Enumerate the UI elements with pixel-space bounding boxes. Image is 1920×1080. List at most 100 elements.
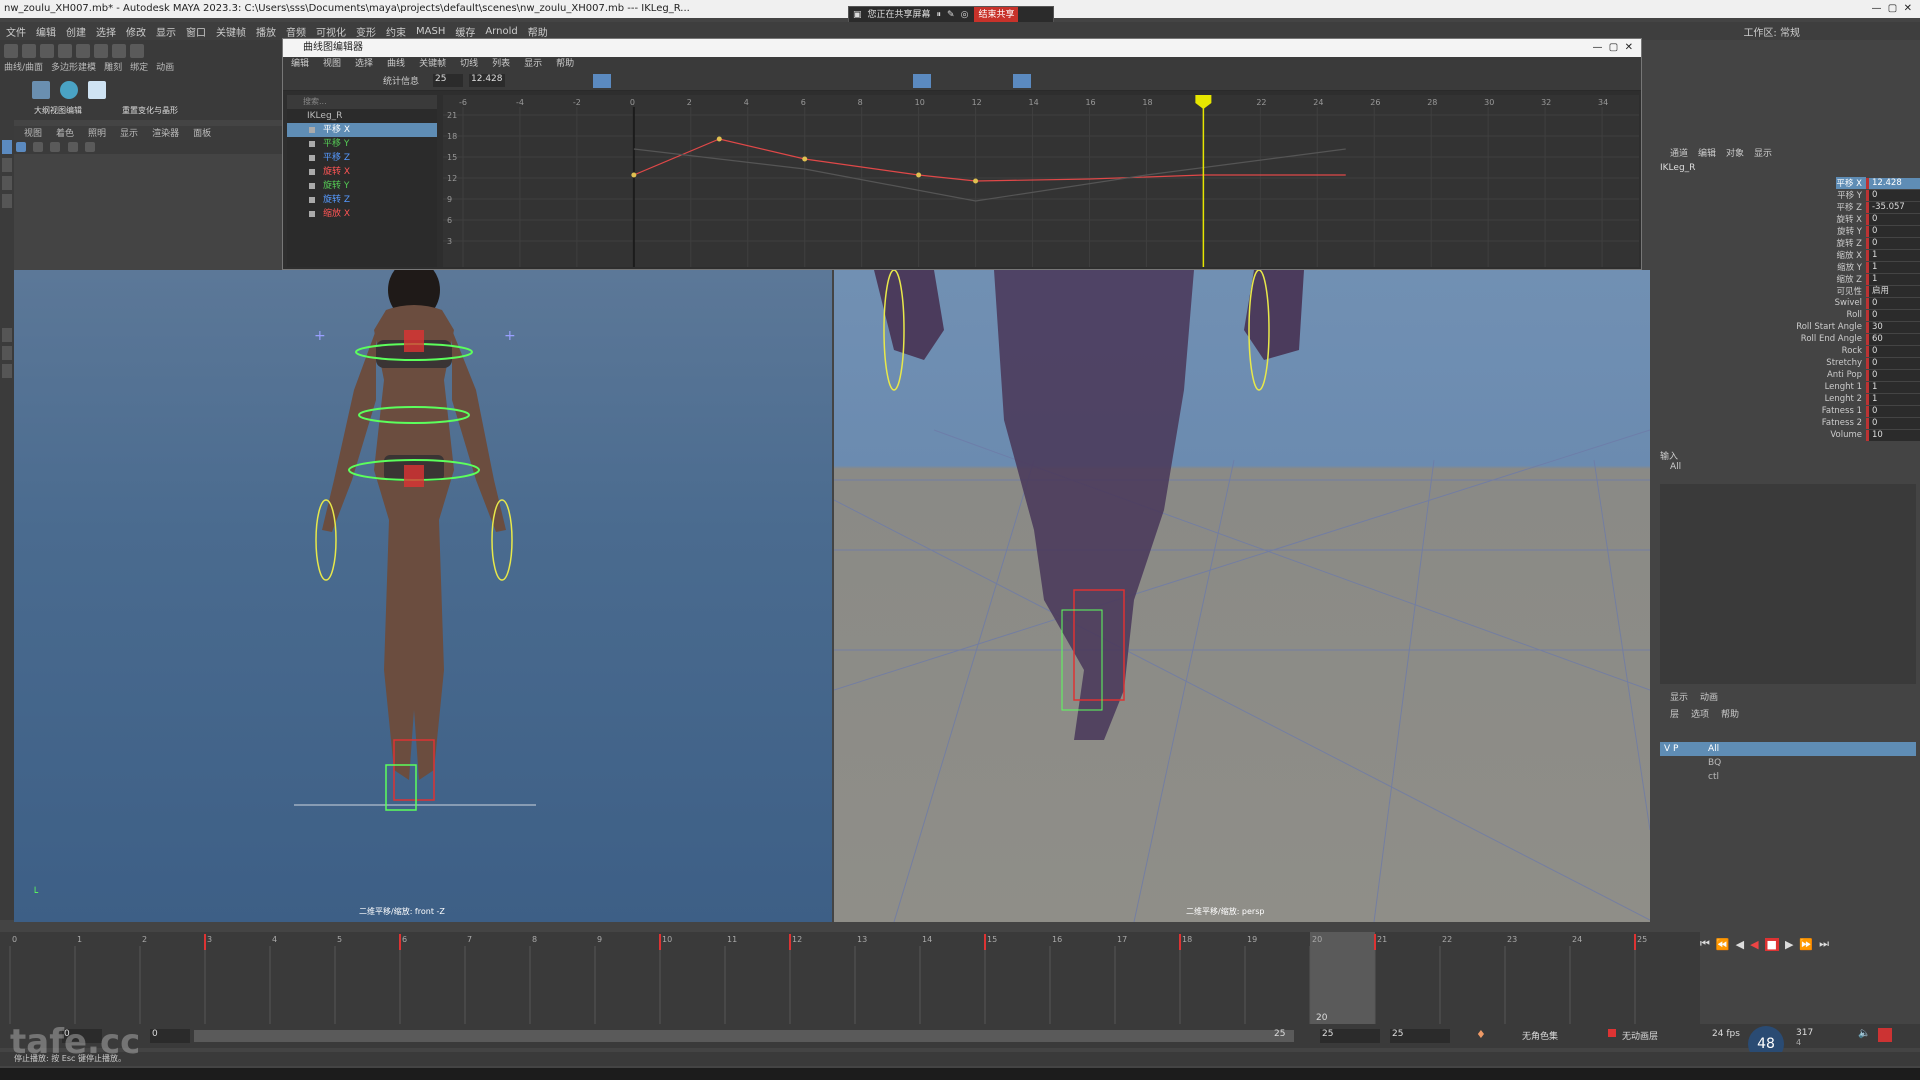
graph-editor-menu-item-0[interactable]: 编辑 xyxy=(291,57,309,71)
channel-attribute-row[interactable]: 缩放 Y 1 xyxy=(1656,261,1920,273)
menu-item-10[interactable]: 可视化 xyxy=(316,24,346,39)
graph-editor-menu-item-2[interactable]: 选择 xyxy=(355,57,373,71)
channel-eye-icon[interactable] xyxy=(309,169,315,175)
hide-icon[interactable]: ◎ xyxy=(961,7,969,23)
channel-attribute-value[interactable]: 1 xyxy=(1866,381,1920,393)
channel-attribute-value[interactable]: 0 xyxy=(1866,357,1920,369)
layout-side-icon[interactable] xyxy=(2,364,12,378)
rotate-tool-icon[interactable] xyxy=(2,176,12,190)
grid-icon[interactable] xyxy=(33,142,44,152)
shaded-icon[interactable] xyxy=(67,142,78,152)
channel-attribute-value[interactable]: 10 xyxy=(1866,429,1920,441)
menu-item-11[interactable]: 变形 xyxy=(356,24,376,39)
menu-item-8[interactable]: 播放 xyxy=(256,24,276,39)
inputs-value[interactable]: All xyxy=(1656,462,1920,472)
lasso-icon[interactable] xyxy=(112,44,126,58)
go-to-end-icon[interactable]: ⏭ xyxy=(1819,937,1829,951)
outliner-channel[interactable]: 旋转 Z xyxy=(287,193,437,207)
end-frame-field-a[interactable]: 25 xyxy=(1320,1029,1380,1043)
channel-attribute-row[interactable]: 平移 Z -35.057 xyxy=(1656,201,1920,213)
menu-item-14[interactable]: 缓存 xyxy=(455,24,475,39)
channel-attribute-row[interactable]: Rock 0 xyxy=(1656,345,1920,357)
channel-attribute-row[interactable]: Anti Pop 0 xyxy=(1656,369,1920,381)
channel-attribute-value[interactable]: 0 xyxy=(1866,417,1920,429)
channel-attribute-row[interactable]: Roll 0 xyxy=(1656,309,1920,321)
channel-eye-icon[interactable] xyxy=(309,141,315,147)
cube-icon[interactable] xyxy=(88,81,106,99)
window-controls[interactable]: — ▢ ✕ xyxy=(1871,0,1912,18)
range-slider[interactable] xyxy=(194,1030,1294,1042)
viewport-menu-item-4[interactable]: 渲染器 xyxy=(152,126,179,140)
play-forward-icon[interactable]: ▶ xyxy=(1785,938,1793,951)
layer-editor-menu-item-1[interactable]: 选项 xyxy=(1691,707,1709,720)
camera-icon[interactable] xyxy=(16,142,26,152)
curve-graph[interactable]: -6-4-20246810121416182022242628303234211… xyxy=(443,95,1639,267)
outliner-channel[interactable]: 平移 Y xyxy=(287,137,437,151)
save-scene-icon[interactable] xyxy=(40,44,54,58)
anim-layer-dropdown[interactable]: 无动画层 xyxy=(1622,1029,1658,1042)
graph-editor-menu-item-4[interactable]: 关键帧 xyxy=(419,57,446,71)
wireframe-icon[interactable] xyxy=(50,142,61,152)
menu-item-15[interactable]: Arnold xyxy=(485,26,517,37)
channel-attribute-value[interactable]: -35.057 xyxy=(1866,201,1920,213)
menu-item-3[interactable]: 选择 xyxy=(96,24,116,39)
channel-attribute-row[interactable]: Lenght 1 1 xyxy=(1656,381,1920,393)
channel-attribute-value[interactable]: 1 xyxy=(1866,273,1920,285)
persp-viewport[interactable]: 二维平移/缩放: persp xyxy=(834,270,1650,922)
stats-frame-field[interactable]: 25 xyxy=(433,74,463,87)
viewport-menu-item-3[interactable]: 显示 xyxy=(120,126,138,140)
channel-attribute-value[interactable]: 0 xyxy=(1866,345,1920,357)
outliner-channel[interactable]: 旋转 X xyxy=(287,165,437,179)
menu-item-16[interactable]: 帮助 xyxy=(528,24,548,39)
stop-icon[interactable]: ■ xyxy=(1764,937,1779,951)
outliner-search[interactable]: 搜索... xyxy=(287,95,437,109)
channel-eye-icon[interactable] xyxy=(309,155,315,161)
layout-four-icon[interactable] xyxy=(2,346,12,360)
menu-item-12[interactable]: 约束 xyxy=(386,24,406,39)
buffer-curve-icon[interactable] xyxy=(1013,74,1031,88)
layer-row[interactable]: V P All xyxy=(1660,742,1916,756)
channel-box-tab-1[interactable]: 编辑 xyxy=(1698,146,1716,159)
graph-editor-menu-item-6[interactable]: 列表 xyxy=(492,57,510,71)
channel-attribute-row[interactable]: 旋转 Y 0 xyxy=(1656,225,1920,237)
channel-attribute-value[interactable]: 0 xyxy=(1866,369,1920,381)
outliner-root[interactable]: IKLeg_R xyxy=(287,109,437,123)
open-scene-icon[interactable] xyxy=(22,44,36,58)
tangent-icon[interactable] xyxy=(913,74,931,88)
channel-attribute-value[interactable]: 0 xyxy=(1866,237,1920,249)
xray-icon[interactable] xyxy=(84,142,95,152)
sound-icon[interactable]: 🔈 xyxy=(1858,1028,1870,1039)
menu-item-6[interactable]: 窗口 xyxy=(186,24,206,39)
layer-row[interactable]: BQ xyxy=(1660,756,1916,770)
channel-box-tab-0[interactable]: 通道 xyxy=(1670,146,1688,159)
channel-attribute-value[interactable]: 0 xyxy=(1866,213,1920,225)
channel-attribute-row[interactable]: 缩放 X 1 xyxy=(1656,249,1920,261)
channel-box-tab-3[interactable]: 显示 xyxy=(1754,146,1772,159)
stats-value-field[interactable]: 12.428 xyxy=(469,74,505,87)
channel-eye-icon[interactable] xyxy=(309,183,315,189)
go-to-start-icon[interactable]: ⏮ xyxy=(1700,937,1710,951)
channel-attribute-row[interactable]: Roll End Angle 60 xyxy=(1656,333,1920,345)
layer-flags[interactable]: V P xyxy=(1664,742,1704,756)
channel-attribute-value[interactable]: 0 xyxy=(1866,225,1920,237)
layer-editor-menu-item-0[interactable]: 层 xyxy=(1670,707,1679,720)
menu-item-13[interactable]: MASH xyxy=(416,26,445,37)
channel-attribute-value[interactable]: 30 xyxy=(1866,321,1920,333)
menu-item-9[interactable]: 音频 xyxy=(286,24,306,39)
graph-editor-menu-item-5[interactable]: 切线 xyxy=(460,57,478,71)
channel-attribute-value[interactable]: 1 xyxy=(1866,261,1920,273)
graph-editor-menu-item-1[interactable]: 视图 xyxy=(323,57,341,71)
channel-attribute-value[interactable]: 启用 xyxy=(1866,285,1920,297)
step-forward-icon[interactable]: ⏩ xyxy=(1799,938,1813,951)
key-icon[interactable]: ♦ xyxy=(1476,1028,1486,1041)
auto-key-icon[interactable] xyxy=(1878,1028,1892,1042)
range-start-field[interactable]: 0 xyxy=(150,1029,190,1043)
end-frame-field-b[interactable]: 25 xyxy=(1390,1029,1450,1043)
shelf-tab-3[interactable]: 绑定 xyxy=(130,60,148,73)
layer-editor-menu-item-2[interactable]: 帮助 xyxy=(1721,707,1739,720)
channel-attribute-value[interactable]: 1 xyxy=(1866,249,1920,261)
channel-box-tab-2[interactable]: 对象 xyxy=(1726,146,1744,159)
redo-icon[interactable] xyxy=(76,44,90,58)
undo-icon[interactable] xyxy=(58,44,72,58)
outliner-channel[interactable]: 缩放 X xyxy=(287,207,437,221)
